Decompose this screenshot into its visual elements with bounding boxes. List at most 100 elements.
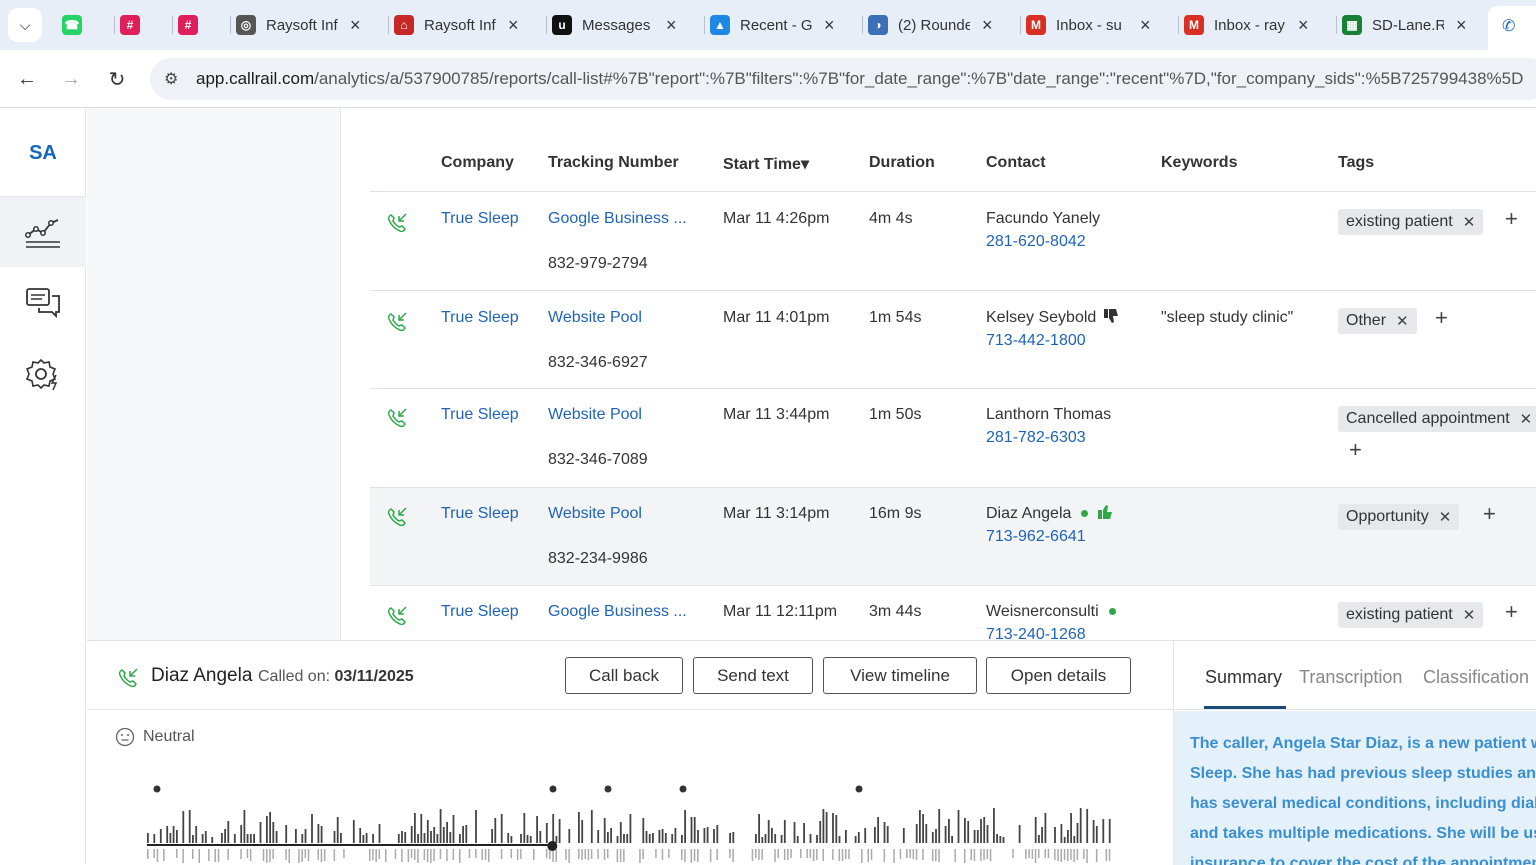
- tab-title: Inbox - su: [1056, 16, 1122, 34]
- tab-classification[interactable]: Classification: [1423, 667, 1529, 688]
- tab-transcription[interactable]: Transcription: [1299, 667, 1402, 688]
- view-timeline-button[interactable]: View timeline: [823, 657, 977, 694]
- reload-button[interactable]: ↻: [102, 64, 132, 94]
- roundcube-icon: ◑: [868, 15, 888, 35]
- remove-tag-icon[interactable]: ✕: [1463, 606, 1476, 624]
- browser-tab[interactable]: ▦ SD-Lane.R ×: [1342, 8, 1467, 42]
- waveform-bar: [713, 829, 715, 843]
- add-tag-button[interactable]: +: [1349, 437, 1362, 463]
- tracking-source-link[interactable]: Website Pool: [548, 309, 642, 327]
- close-tab-icon[interactable]: ×: [982, 15, 993, 36]
- audio-waveform[interactable]: [143, 779, 1173, 865]
- remove-tag-icon[interactable]: ✕: [1439, 508, 1452, 526]
- add-tag-button[interactable]: +: [1505, 599, 1518, 625]
- waveform-bar-secondary: [240, 849, 242, 859]
- site-info-icon[interactable]: ⚙: [164, 69, 178, 89]
- table-row[interactable]: True Sleep Google Business ... Mar 11 12…: [370, 586, 1536, 640]
- keyword-marker[interactable]: [855, 785, 863, 793]
- browser-tab[interactable]: ◑ (2) Rounde ×: [868, 8, 993, 42]
- waveform-bar: [578, 812, 580, 843]
- company-link[interactable]: True Sleep: [441, 406, 519, 424]
- nav-settings[interactable]: [0, 339, 86, 409]
- browser-tab[interactable]: ☎: [62, 8, 92, 42]
- close-tab-icon[interactable]: ×: [1456, 15, 1467, 36]
- header-company[interactable]: Company: [441, 154, 514, 172]
- close-tab-icon[interactable]: ×: [1298, 15, 1309, 36]
- waveform-bar-secondary: [520, 849, 522, 859]
- address-bar[interactable]: ⚙ app.callrail.com/analytics/a/537900785…: [150, 58, 1536, 100]
- close-tab-icon[interactable]: ×: [350, 15, 361, 36]
- waveform-bar: [671, 834, 674, 843]
- remove-tag-icon[interactable]: ✕: [1396, 312, 1409, 330]
- tab-search-button[interactable]: ⌵: [8, 8, 42, 42]
- tracking-source-link[interactable]: Google Business ...: [548, 210, 687, 228]
- header-tags[interactable]: Tags: [1338, 154, 1374, 172]
- keyword-marker[interactable]: [679, 785, 687, 793]
- tracking-source-link[interactable]: Website Pool: [548, 505, 642, 523]
- close-tab-icon[interactable]: ×: [1140, 15, 1151, 36]
- tracking-source-link[interactable]: Website Pool: [548, 406, 642, 424]
- table-row-selected[interactable]: True Sleep Website Pool 832-234-9986 Mar…: [370, 488, 1536, 586]
- header-start-time[interactable]: Start Time▾: [723, 154, 809, 174]
- call-back-button[interactable]: Call back: [565, 657, 683, 694]
- table-row[interactable]: True Sleep Website Pool 832-346-7089 Mar…: [370, 389, 1536, 488]
- contact-phone-link[interactable]: 281-620-8042: [986, 233, 1086, 251]
- add-tag-button[interactable]: +: [1435, 305, 1448, 331]
- phone-icon: ✆: [1502, 18, 1516, 35]
- waveform-bar: [845, 830, 847, 843]
- browser-tab[interactable]: ◎ Raysoft Inf ×: [236, 8, 361, 42]
- header-tracking-number[interactable]: Tracking Number: [548, 154, 679, 172]
- remove-tag-icon[interactable]: ✕: [1520, 410, 1533, 428]
- close-tab-icon[interactable]: ×: [508, 15, 519, 36]
- waveform-bar-secondary: [581, 849, 583, 860]
- duration: 16m 9s: [869, 505, 922, 522]
- header-keywords[interactable]: Keywords: [1161, 154, 1237, 172]
- contact-phone-link[interactable]: 713-962-6641: [986, 528, 1086, 546]
- playhead-handle[interactable]: [547, 841, 558, 851]
- waveform-bar: [423, 833, 426, 843]
- table-row[interactable]: True Sleep Google Business ... 832-979-2…: [370, 192, 1536, 291]
- keyword-marker[interactable]: [549, 785, 557, 793]
- close-tab-icon[interactable]: ×: [824, 15, 835, 36]
- company-link[interactable]: True Sleep: [441, 603, 519, 621]
- browser-tab[interactable]: u Messages ×: [552, 8, 677, 42]
- open-details-button[interactable]: Open details: [986, 657, 1131, 694]
- keyword-marker[interactable]: [153, 785, 161, 793]
- header-duration[interactable]: Duration: [869, 154, 935, 172]
- waveform-bar: [169, 833, 172, 843]
- contact-phone-link[interactable]: 713-442-1800: [986, 332, 1086, 350]
- header-contact[interactable]: Contact: [986, 154, 1046, 172]
- keyword-marker[interactable]: [604, 785, 612, 793]
- close-tab-icon[interactable]: ×: [666, 15, 677, 36]
- browser-tab[interactable]: ▲ Recent - G ×: [710, 8, 835, 42]
- nav-conversations[interactable]: [0, 268, 86, 338]
- tab-active-callrail[interactable]: ✆: [1488, 6, 1536, 50]
- remove-tag-icon[interactable]: ✕: [1463, 213, 1476, 231]
- browser-tab[interactable]: M Inbox - su ×: [1026, 8, 1151, 42]
- waveform-bar: [1067, 830, 1069, 843]
- account-avatar[interactable]: SA: [0, 128, 86, 178]
- browser-tab[interactable]: #: [178, 8, 208, 42]
- tag-chip: Cancelled appointment ✕: [1338, 406, 1536, 432]
- browser-tab[interactable]: #: [120, 8, 150, 42]
- tracking-source-link[interactable]: Google Business ...: [548, 603, 687, 621]
- waveform-bar-secondary: [800, 849, 802, 858]
- start-time: Mar 11 4:26pm: [723, 210, 830, 227]
- forward-button[interactable]: →: [56, 64, 86, 94]
- tab-summary[interactable]: Summary: [1205, 667, 1282, 688]
- company-link[interactable]: True Sleep: [441, 505, 519, 523]
- table-row[interactable]: True Sleep Website Pool 832-346-6927 Mar…: [370, 291, 1536, 389]
- company-link[interactable]: True Sleep: [441, 309, 519, 327]
- waveform-bar: [365, 833, 368, 843]
- contact-phone-link[interactable]: 281-782-6303: [986, 429, 1086, 447]
- nav-analytics[interactable]: [0, 197, 86, 267]
- contact-phone-link[interactable]: 713-240-1268: [986, 626, 1086, 640]
- summary-line: Sleep. She has had previous sleep studie…: [1190, 765, 1536, 782]
- add-tag-button[interactable]: +: [1505, 206, 1518, 232]
- back-button[interactable]: ←: [12, 64, 42, 94]
- browser-tab[interactable]: ⌂ Raysoft Inf ×: [394, 8, 519, 42]
- send-text-button[interactable]: Send text: [693, 657, 813, 694]
- company-link[interactable]: True Sleep: [441, 210, 519, 228]
- add-tag-button[interactable]: +: [1483, 501, 1496, 527]
- browser-tab[interactable]: M Inbox - ray ×: [1184, 8, 1309, 42]
